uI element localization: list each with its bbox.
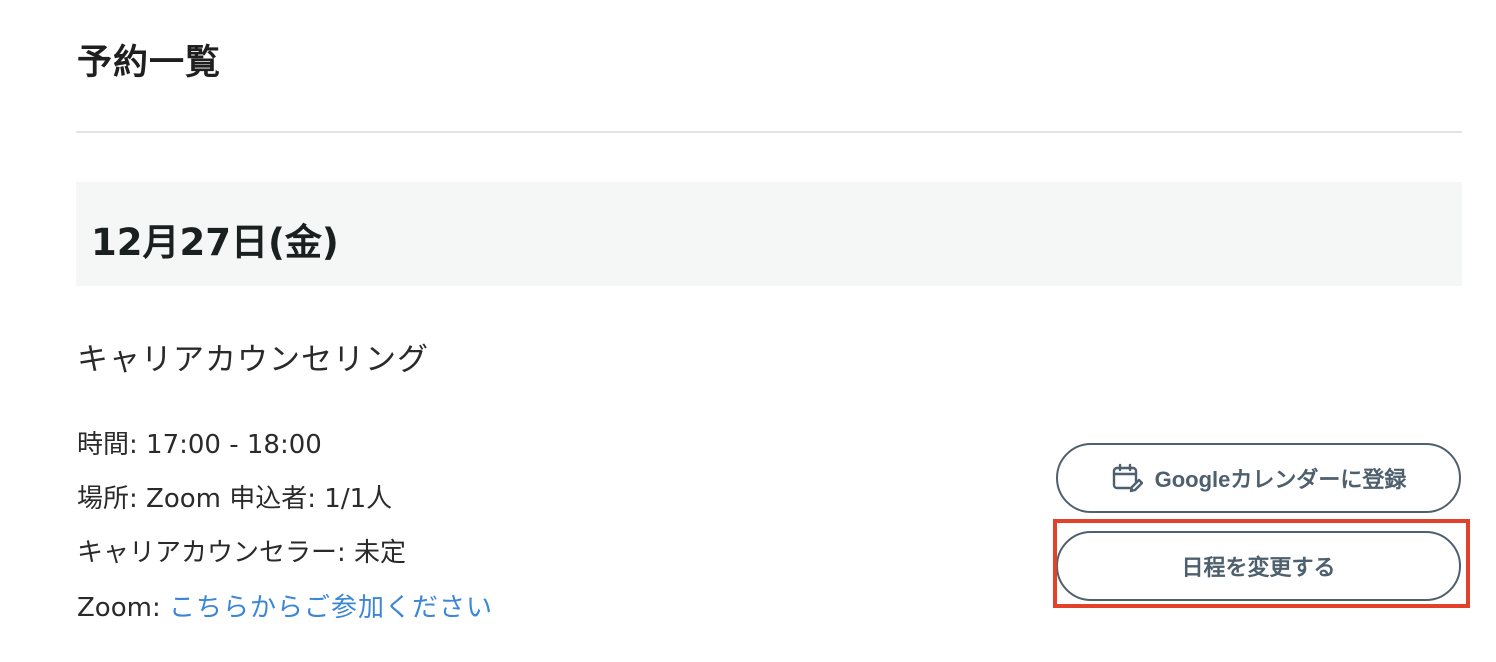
zoom-detail: Zoom: こちらからご参加ください — [77, 587, 493, 624]
counselor-label: キャリアカウンセラー: — [77, 538, 346, 568]
time-detail: 時間: 17:00 - 18:00 — [77, 424, 322, 461]
place-label: 場所: — [77, 484, 138, 514]
page-title: 予約一覧 — [77, 43, 222, 83]
calendar-edit-icon — [1111, 462, 1143, 494]
counselor-detail: キャリアカウンセラー: 未定 — [77, 532, 406, 569]
date-header: 12月27日(金) — [76, 182, 1462, 286]
time-label: 時間: — [77, 430, 138, 460]
applicants-label: 申込者: — [229, 484, 317, 514]
place-value: Zoom — [146, 484, 221, 514]
place-detail: 場所: Zoom 申込者: 1/1人 — [77, 478, 392, 515]
reservation-list-page: 予約一覧 12月27日(金) キャリアカウンセリング 時間: 17:00 - 1… — [0, 0, 1496, 662]
applicants-value: 1/1人 — [324, 484, 393, 514]
reservation-date: 12月27日(金) — [91, 221, 339, 264]
title-divider — [76, 131, 1462, 133]
zoom-join-link[interactable]: こちらからご参加ください — [169, 593, 493, 623]
reschedule-button[interactable]: 日程を変更する — [1056, 531, 1461, 601]
zoom-label: Zoom: — [77, 593, 161, 623]
reschedule-label: 日程を変更する — [1181, 555, 1336, 580]
google-calendar-button[interactable]: Googleカレンダーに登録 — [1056, 443, 1461, 513]
event-title: キャリアカウンセリング — [77, 342, 429, 378]
google-calendar-label: Googleカレンダーに登録 — [1154, 467, 1407, 492]
counselor-value: 未定 — [354, 538, 407, 568]
time-value: 17:00 - 18:00 — [146, 430, 322, 460]
